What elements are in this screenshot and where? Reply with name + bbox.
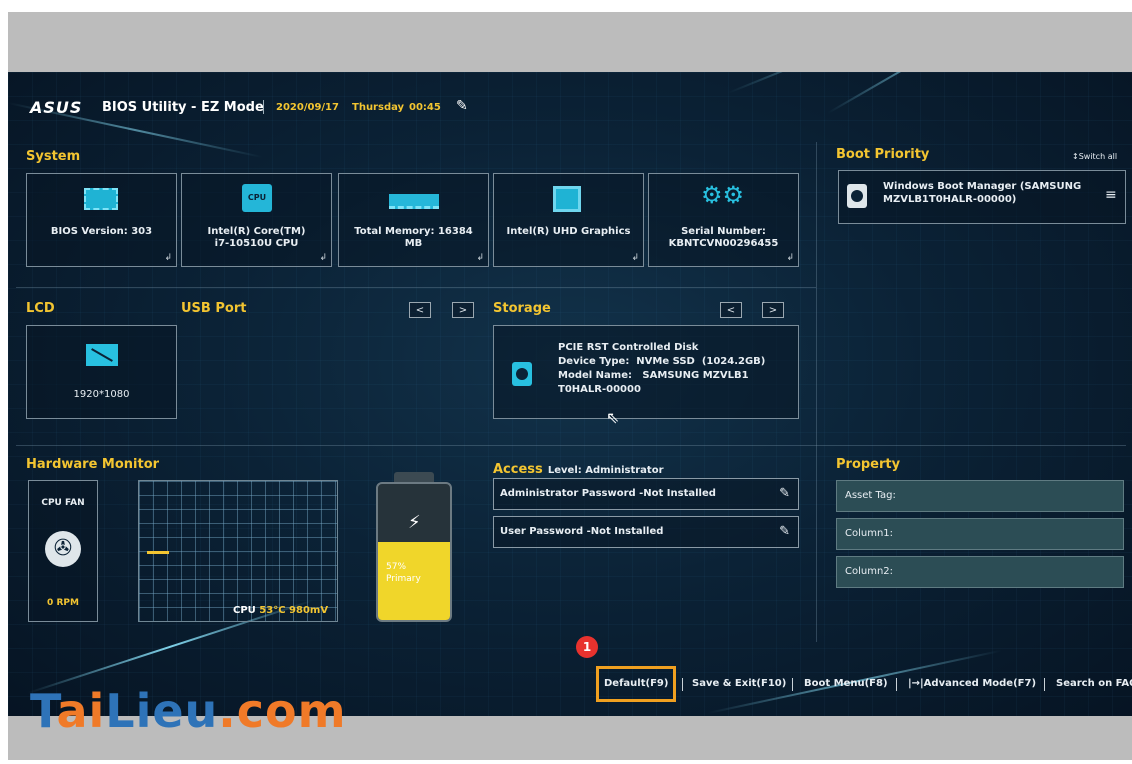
day: Thursday [352, 102, 405, 113]
graphics-card[interactable]: Intel(R) UHD Graphics ↲ [493, 173, 644, 267]
cpu-graph: CPU 53°C 980mV [138, 480, 338, 622]
boot-priority-heading: Boot Priority [836, 147, 930, 162]
hardware-monitor-heading: Hardware Monitor [26, 457, 160, 472]
drag-handle-icon[interactable]: ≡ [1105, 187, 1117, 203]
cpu-card[interactable]: CPU Intel(R) Core(TM) i7-10510U CPU ↲ [181, 173, 332, 267]
switch-all-button[interactable]: ↕Switch all [1072, 152, 1117, 161]
bios-version-card[interactable]: BIOS Version: 303 ↲ [26, 173, 177, 267]
battery-icon: ⚡ 57% Primary [376, 482, 452, 622]
property-heading: Property [836, 457, 901, 472]
system-heading: System [26, 149, 81, 164]
date: 2020/09/17 [276, 102, 339, 113]
memory-icon [389, 194, 439, 209]
column2-field[interactable]: Column2: [836, 556, 1124, 588]
storage-next-button[interactable]: > [762, 302, 784, 318]
save-exit-button[interactable]: Save & Exit(F10) [692, 672, 786, 696]
bios-screen: ASUS BIOS Utility - EZ Mode 2020/09/17 T… [8, 72, 1132, 716]
page-title: BIOS Utility - EZ Mode [102, 100, 264, 115]
cpu-temperature: 53°C [259, 605, 286, 616]
step-badge: 1 [576, 636, 598, 658]
chip-icon [84, 188, 118, 210]
admin-password-field[interactable]: Administrator Password -Not Installed ✎ [493, 478, 799, 510]
serial-number-card[interactable]: ⚙⚙ Serial Number: KBNTCVN00296455 ↲ [648, 173, 799, 267]
lcd-heading: LCD [26, 301, 55, 316]
edit-icon[interactable]: ✎ [779, 479, 790, 509]
search-faq-button[interactable]: Search on FAQ [1056, 672, 1132, 696]
watermark-logo: TaiLieu.com [30, 684, 347, 738]
default-button[interactable]: Default(F9) [604, 672, 668, 696]
cpu-icon: CPU [242, 184, 272, 212]
expand-icon: ↲ [164, 253, 172, 263]
user-password-field[interactable]: User Password -Not Installed ✎ [493, 516, 799, 548]
fan-icon: ✇ [45, 531, 81, 567]
access-heading: Access Level: Administrator [493, 462, 664, 477]
edit-time-icon[interactable]: ✎ [456, 98, 468, 114]
expand-icon: ↲ [631, 253, 639, 263]
storage-card[interactable]: PCIE RST Controlled Disk Device Type: NV… [493, 325, 799, 427]
boot-menu-button[interactable]: Boot Menu(F8) [804, 672, 888, 696]
asus-logo: ASUS [30, 98, 83, 117]
lcd-card[interactable]: 1920*1080 [26, 325, 177, 419]
cpu-voltage: 980mV [289, 605, 329, 616]
column1-field[interactable]: Column1: [836, 518, 1124, 550]
asset-tag-field[interactable]: Asset Tag: [836, 480, 1124, 512]
storage-heading: Storage [493, 301, 551, 316]
storage-prev-button[interactable]: < [720, 302, 742, 318]
expand-icon: ↲ [476, 253, 484, 263]
usb-prev-button[interactable]: < [409, 302, 431, 318]
graphics-icon [553, 186, 581, 212]
time: 00:45 [409, 102, 441, 113]
cpu-temp-line [147, 551, 169, 554]
lightning-icon: ⚡ [408, 512, 421, 533]
disk-icon [847, 184, 867, 208]
cpu-fan-card[interactable]: CPU FAN ✇ 0 RPM [28, 480, 98, 622]
disk-icon [512, 362, 532, 386]
usb-next-button[interactable]: > [452, 302, 474, 318]
display-icon [86, 344, 118, 366]
boot-item[interactable]: Windows Boot Manager (SAMSUNG MZVLB1T0HA… [838, 170, 1126, 224]
advanced-mode-button[interactable]: |→|Advanced Mode(F7) [908, 672, 1036, 696]
edit-icon[interactable]: ✎ [779, 517, 790, 547]
usb-port-heading: USB Port [181, 301, 247, 316]
gears-icon: ⚙⚙ [701, 181, 745, 209]
mouse-cursor-icon: ⇖ [606, 408, 620, 427]
memory-card[interactable]: Total Memory: 16384 MB ↲ [338, 173, 489, 267]
expand-icon: ↲ [319, 253, 327, 263]
photo-frame: ASUS BIOS Utility - EZ Mode 2020/09/17 T… [8, 12, 1132, 760]
expand-icon: ↲ [786, 253, 794, 263]
